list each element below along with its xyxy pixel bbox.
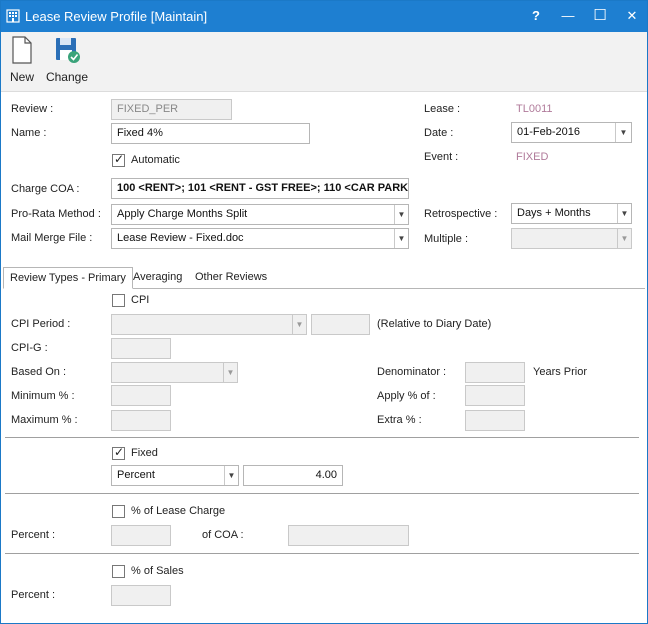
change-button-label: Change — [45, 70, 89, 84]
new-button[interactable]: New — [7, 36, 37, 84]
automatic-check-mark: ✓ — [114, 152, 125, 166]
extra-percent-field — [465, 410, 525, 431]
new-document-icon — [12, 36, 32, 64]
sales-percent-field — [111, 585, 171, 606]
minimum-field — [111, 385, 171, 406]
based-on-select: ▼ — [111, 362, 238, 383]
pro-rata-dropdown-icon[interactable]: ▼ — [394, 205, 408, 224]
retrospective-value: Days + Months — [517, 207, 591, 219]
mail-merge-value: Lease Review - Fixed.doc — [117, 232, 244, 244]
fixed-checkbox[interactable]: ✓ — [112, 445, 125, 460]
of-coa-field — [288, 525, 409, 546]
based-on-label: Based On : — [11, 366, 67, 378]
cpi-section-divider — [5, 437, 639, 438]
sales-percent-label: Percent : — [11, 589, 56, 601]
maximize-button[interactable]: ☐ — [588, 5, 612, 27]
automatic-checkbox[interactable]: ✓ — [112, 152, 125, 167]
tab-other-reviews[interactable]: Other Reviews — [189, 267, 273, 289]
title-bar[interactable]: Lease Review Profile [Maintain] ? — ☐ ✕ — [1, 1, 647, 32]
years-prior-label: Years Prior — [533, 366, 588, 378]
lease-charge-checkbox[interactable] — [112, 505, 125, 518]
tab-review-types-primary[interactable]: Review Types - Primary — [3, 267, 133, 289]
maximum-field — [111, 410, 171, 431]
fixed-amount-field[interactable]: 4.00 — [243, 465, 343, 486]
multiple-dropdown-icon: ▼ — [617, 229, 631, 248]
cpi-g-label: CPI-G : — [11, 342, 48, 354]
lease-charge-label: % of Lease Charge — [131, 505, 226, 517]
denominator-field — [465, 362, 525, 383]
sales-checkbox[interactable] — [112, 565, 125, 578]
pro-rata-label: Pro-Rata Method : — [11, 208, 101, 220]
automatic-label: Automatic — [131, 154, 180, 166]
based-on-dropdown-icon: ▼ — [223, 363, 237, 382]
minimize-button[interactable]: — — [556, 5, 580, 27]
date-value: 01-Feb-2016 — [517, 126, 580, 138]
fixed-label: Fixed — [131, 447, 158, 459]
minimum-label: Minimum % : — [11, 390, 75, 402]
close-button[interactable]: ✕ — [620, 5, 644, 27]
lease-label: Lease : — [424, 103, 461, 115]
date-dropdown-icon[interactable]: ▼ — [615, 123, 631, 142]
cpi-g-field — [111, 338, 171, 359]
window: Lease Review Profile [Maintain] ? — ☐ ✕ … — [0, 0, 648, 624]
save-change-icon — [56, 38, 80, 63]
charge-coa-label: Charge COA : — [11, 183, 80, 195]
window-title: Lease Review Profile [Maintain] — [25, 9, 208, 24]
extra-percent-label: Extra % : — [377, 414, 422, 426]
apply-percent-label: Apply % of : — [377, 390, 436, 402]
sales-label: % of Sales — [131, 565, 184, 577]
app-building-icon — [6, 9, 20, 23]
cpi-period-select: ▼ — [111, 314, 307, 335]
tab-panel — [3, 288, 645, 622]
cpi-period-dropdown-icon: ▼ — [292, 315, 306, 334]
fixed-section-divider — [5, 493, 639, 494]
maximum-label: Maximum % : — [11, 414, 78, 426]
toolbar: New Change — [1, 32, 647, 92]
multiple-label: Multiple : — [424, 233, 469, 245]
tab-averaging[interactable]: Averaging — [127, 267, 188, 289]
lease-charge-percent-label: Percent : — [11, 529, 56, 541]
retrospective-dropdown-icon[interactable]: ▼ — [617, 204, 631, 223]
of-coa-label: of COA : — [202, 529, 244, 541]
relative-to-diary-note: (Relative to Diary Date) — [377, 318, 492, 330]
mail-merge-dropdown-icon[interactable]: ▼ — [394, 229, 408, 248]
event-label: Event : — [424, 151, 459, 163]
review-label: Review : — [11, 103, 54, 115]
event-value: FIXED — [516, 151, 549, 163]
charge-coa-field[interactable]: 100 <RENT>; 101 <RENT - GST FREE>; 110 <… — [111, 178, 409, 199]
apply-percent-field — [465, 385, 525, 406]
help-button[interactable]: ? — [524, 5, 548, 27]
mail-merge-select[interactable]: Lease Review - Fixed.doc ▼ — [111, 228, 409, 249]
cpi-period-label: CPI Period : — [11, 318, 71, 330]
name-label: Name : — [11, 127, 47, 139]
cpi-period-offset-field — [311, 314, 370, 335]
change-button[interactable]: Change — [45, 36, 89, 84]
fixed-type-select[interactable]: Percent ▼ — [111, 465, 239, 486]
lease-value: TL0011 — [516, 103, 553, 115]
name-field[interactable]: Fixed 4% — [111, 123, 310, 144]
multiple-select: ▼ — [511, 228, 632, 249]
cpi-label: CPI — [131, 294, 150, 306]
retrospective-label: Retrospective : — [424, 208, 498, 220]
lease-charge-section-divider — [5, 553, 639, 554]
cpi-checkbox[interactable] — [112, 294, 125, 307]
fixed-type-dropdown-icon[interactable]: ▼ — [224, 466, 238, 485]
date-picker[interactable]: 01-Feb-2016 ▼ — [511, 122, 632, 143]
retrospective-select[interactable]: Days + Months ▼ — [511, 203, 632, 224]
mail-merge-label: Mail Merge File : — [11, 232, 93, 244]
pro-rata-select[interactable]: Apply Charge Months Split ▼ — [111, 204, 409, 225]
fixed-check-mark: ✓ — [114, 445, 125, 459]
date-label: Date : — [424, 127, 454, 139]
new-button-label: New — [9, 70, 34, 84]
fixed-type-value: Percent — [117, 469, 155, 481]
lease-charge-percent-field — [111, 525, 171, 546]
review-code-field: FIXED_PER — [111, 99, 232, 120]
pro-rata-value: Apply Charge Months Split — [117, 208, 248, 220]
denominator-label: Denominator : — [377, 366, 447, 378]
